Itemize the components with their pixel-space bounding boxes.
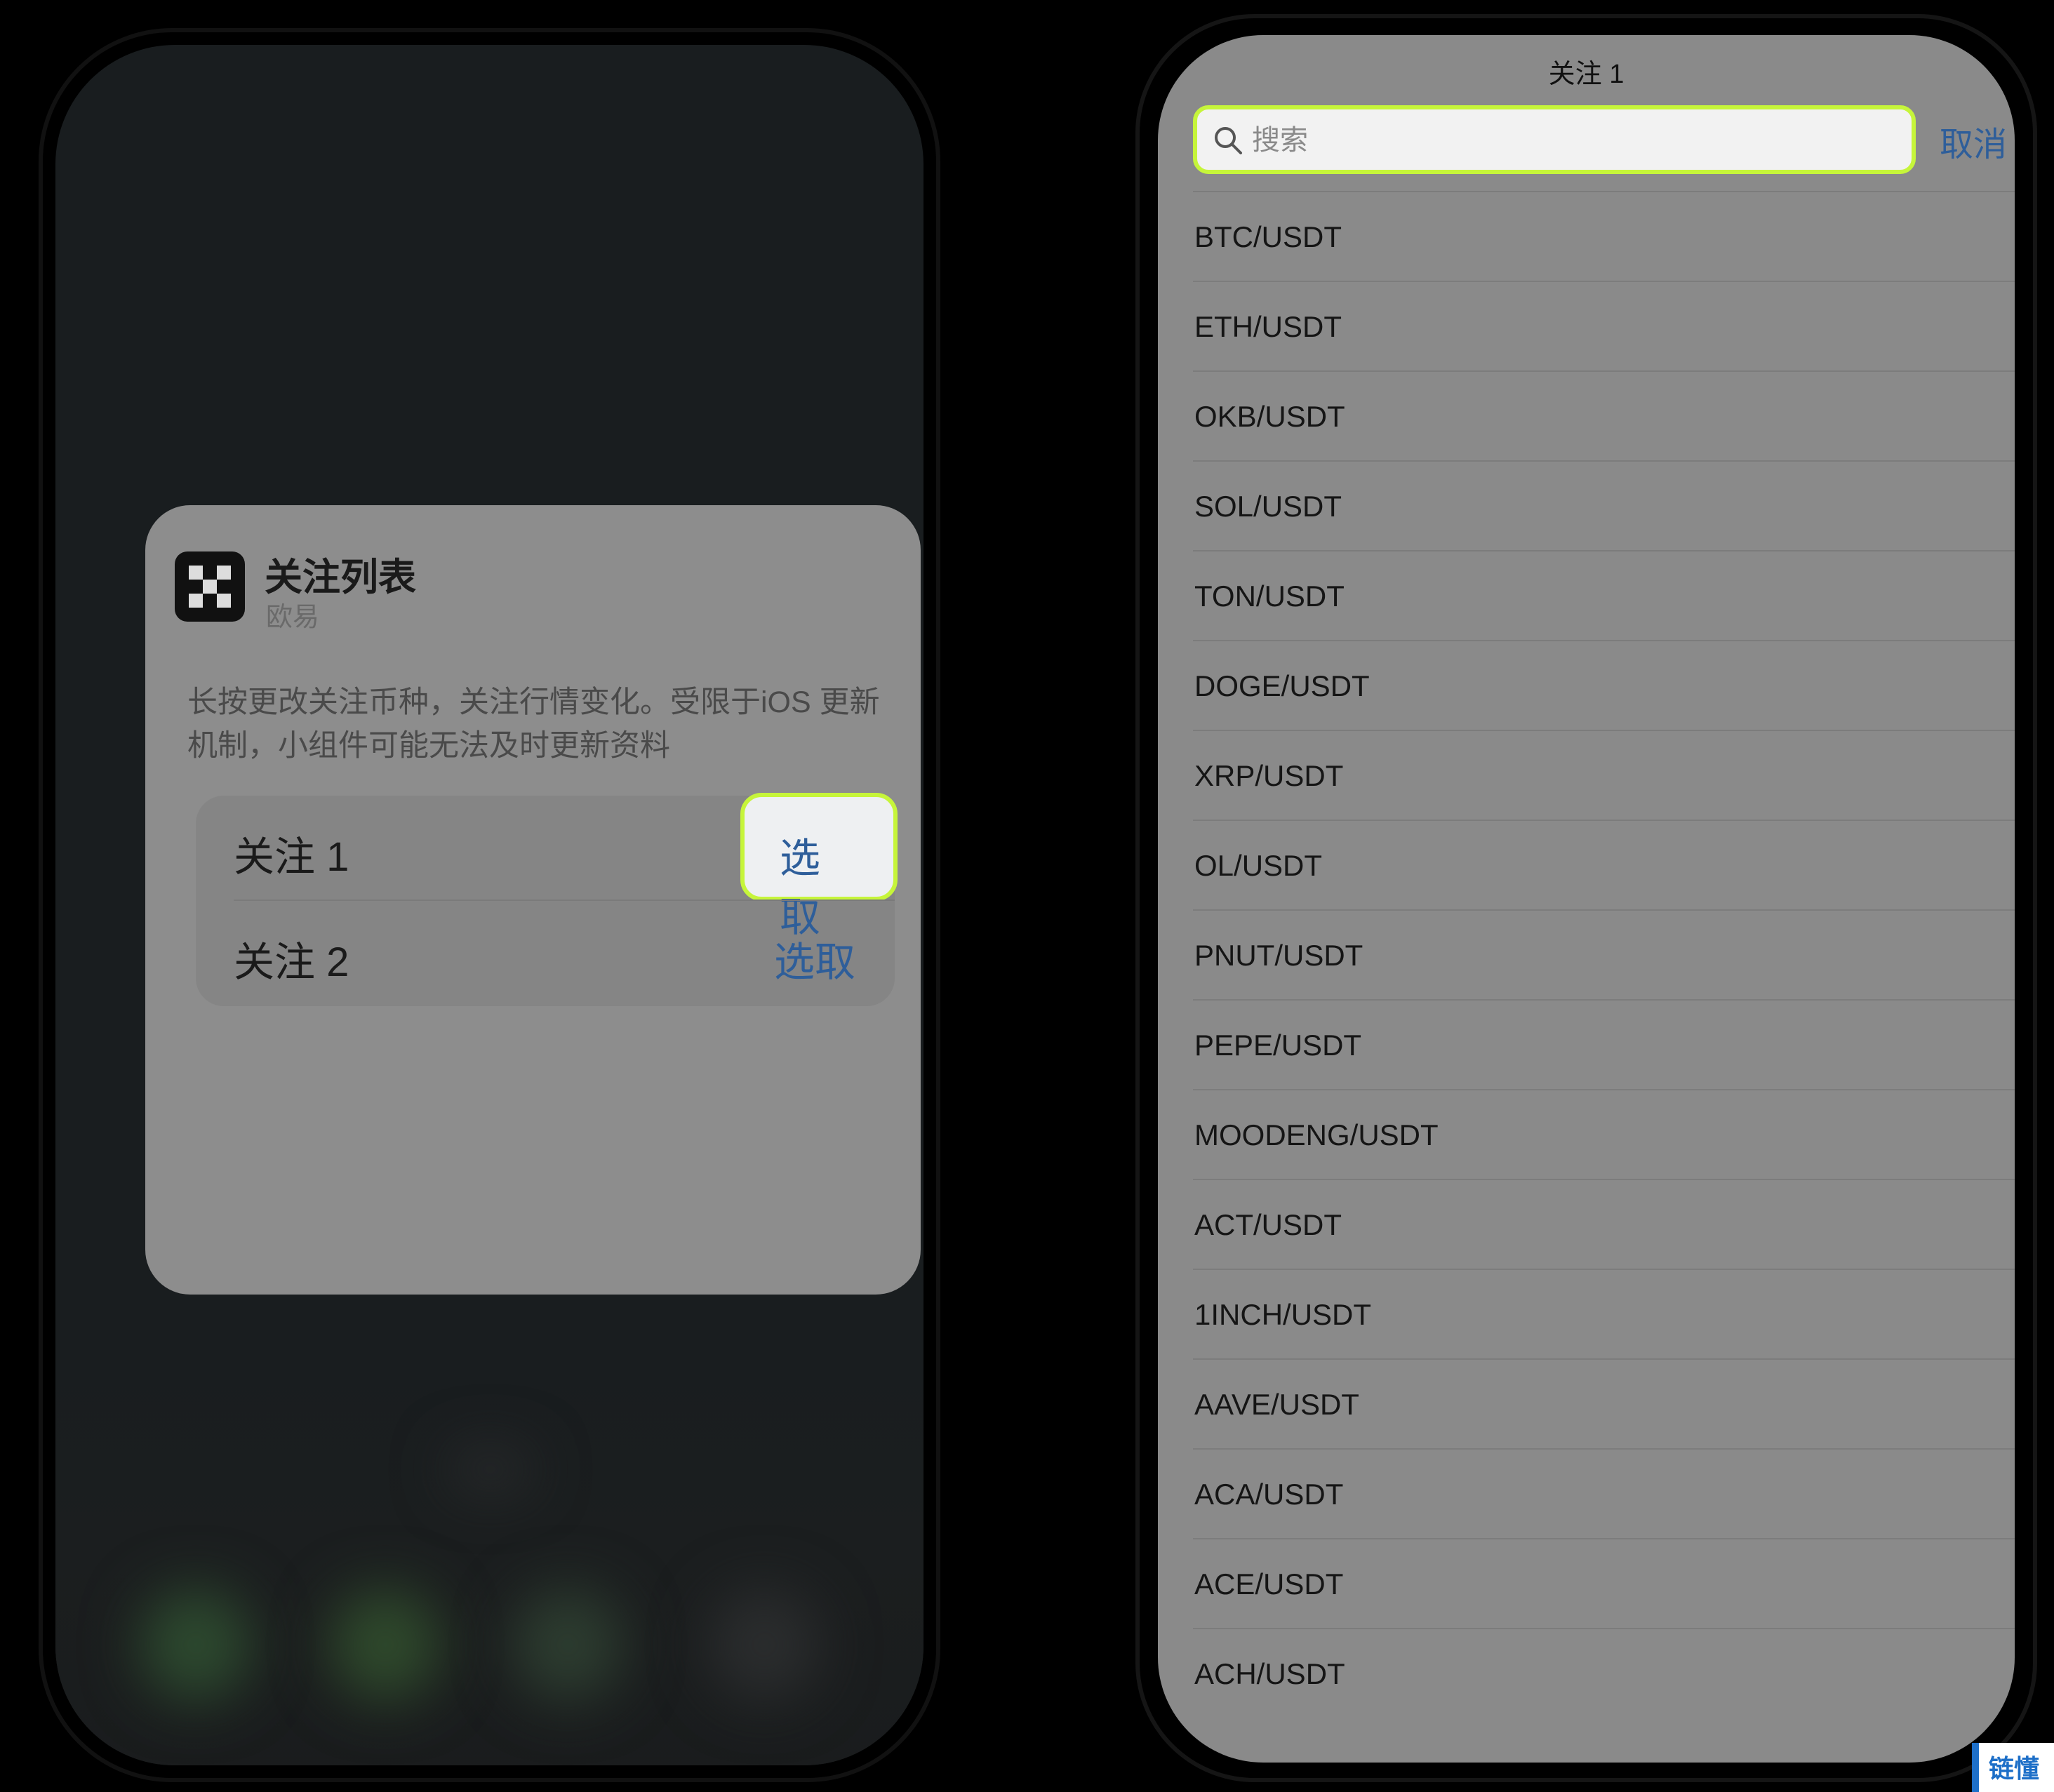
pair-picker-screen: 关注 1 取消 BTC/USDT ETH/USDT OKB/USDT SOL/USDT…	[1158, 35, 2015, 1763]
watchlist-options: 关注 1 选取 关注 2 选取	[196, 793, 898, 1006]
widget-description: 长按更改关注币种，关注行情变化。受限于iOS 更新机制，小组件可能无法及时更新资…	[187, 686, 880, 763]
blurred-page-dots	[448, 1448, 533, 1490]
pair-list-item[interactable]: ACA/USDT	[1193, 1448, 2015, 1538]
pair-list-item[interactable]: PNUT/USDT	[1193, 909, 2015, 999]
pair-label: ACT/USDT	[1194, 1208, 1342, 1241]
pair-label: ETH/USDT	[1194, 310, 1342, 343]
search-input[interactable]	[1251, 116, 1885, 164]
pair-list-item[interactable]: ACH/USDT	[1193, 1628, 2015, 1718]
option-label: 关注 2	[234, 940, 349, 985]
search-icon	[1215, 127, 1242, 154]
pair-list-item[interactable]: 1INCH/USDT	[1193, 1269, 2015, 1358]
cancel-button[interactable]: 取消	[1940, 116, 2007, 166]
pair-label: OKB/USDT	[1194, 400, 1345, 433]
pair-label: ACA/USDT	[1194, 1478, 1344, 1511]
blurred-dock	[55, 1364, 923, 1765]
pair-list-item[interactable]: SOL/USDT	[1193, 460, 2015, 550]
watermark-logo: 链懂	[1972, 1743, 2054, 1792]
pair-label: SOL/USDT	[1194, 490, 1342, 523]
blurred-app-icon	[708, 1589, 820, 1701]
pair-list-item[interactable]: ACE/USDT	[1193, 1538, 2015, 1628]
okx-app-icon	[175, 551, 245, 622]
pair-label: PEPE/USDT	[1194, 1029, 1362, 1062]
pair-list-item[interactable]: TON/USDT	[1193, 550, 2015, 640]
blurred-app-icon	[140, 1589, 252, 1701]
search-field[interactable]	[1193, 105, 1916, 174]
pair-list-item[interactable]: MOODENG/USDT	[1193, 1089, 2015, 1179]
blurred-app-icon	[329, 1589, 441, 1701]
pair-label: AAVE/USDT	[1194, 1388, 1359, 1421]
pair-label: DOGE/USDT	[1194, 669, 1370, 702]
pair-list-item[interactable]: OKB/USDT	[1193, 370, 2015, 460]
pair-label: ACH/USDT	[1194, 1657, 1345, 1690]
pair-list-item[interactable]: OL/USDT	[1193, 820, 2015, 909]
pair-list-item[interactable]: DOGE/USDT	[1193, 640, 2015, 730]
home-screen: 关注列表 欧易 长按更改关注币种，关注行情变化。受限于iOS 更新机制，小组件可…	[55, 45, 923, 1765]
pair-label: MOODENG/USDT	[1194, 1118, 1439, 1151]
option-label: 关注 1	[234, 834, 349, 880]
option-row-watch-1: 关注 1 选取	[196, 793, 898, 940]
widget-app-name: 欧易	[266, 603, 320, 632]
pair-label: XRP/USDT	[1194, 759, 1344, 792]
blurred-app-icon	[512, 1589, 624, 1701]
pair-list-item[interactable]: PEPE/USDT	[1193, 999, 2015, 1089]
pair-list-item[interactable]: AAVE/USDT	[1193, 1358, 2015, 1448]
select-button-watch-1[interactable]: 选取	[740, 793, 898, 940]
option-row-watch-2: 关注 2 选取	[196, 901, 895, 1005]
pair-label: ACE/USDT	[1194, 1567, 1344, 1600]
pair-label: OL/USDT	[1194, 849, 1323, 882]
pair-label: PNUT/USDT	[1194, 939, 1363, 972]
watermark-text: 链懂	[1989, 1754, 2040, 1783]
widget-title: 关注列表	[265, 556, 416, 599]
pair-list-item[interactable]: XRP/USDT	[1193, 730, 2015, 820]
pair-list-item[interactable]: BTC/USDT	[1193, 191, 2015, 281]
pair-list-item[interactable]: ETH/USDT	[1193, 281, 2015, 370]
widget-config-card: 关注列表 欧易 长按更改关注币种，关注行情变化。受限于iOS 更新机制，小组件可…	[145, 505, 921, 1295]
pair-list-item[interactable]: ACT/USDT	[1193, 1179, 2015, 1269]
select-button-watch-2[interactable]: 选取	[774, 929, 855, 988]
pair-label: TON/USDT	[1194, 580, 1345, 613]
pair-list: BTC/USDT ETH/USDT OKB/USDT SOL/USDT TON/USDT…	[1193, 191, 2015, 1718]
pair-label: BTC/USDT	[1194, 220, 1342, 253]
right-phone-frame: 关注 1 取消 BTC/USDT ETH/USDT OKB/USDT SOL/USDT…	[1135, 14, 2037, 1782]
pair-label: 1INCH/USDT	[1194, 1298, 1372, 1331]
left-phone-frame: 关注列表 欧易 长按更改关注币种，关注行情变化。受限于iOS 更新机制，小组件可…	[39, 28, 940, 1782]
watermark-bar	[1972, 1743, 1979, 1792]
picker-title: 关注 1	[1548, 60, 1625, 89]
